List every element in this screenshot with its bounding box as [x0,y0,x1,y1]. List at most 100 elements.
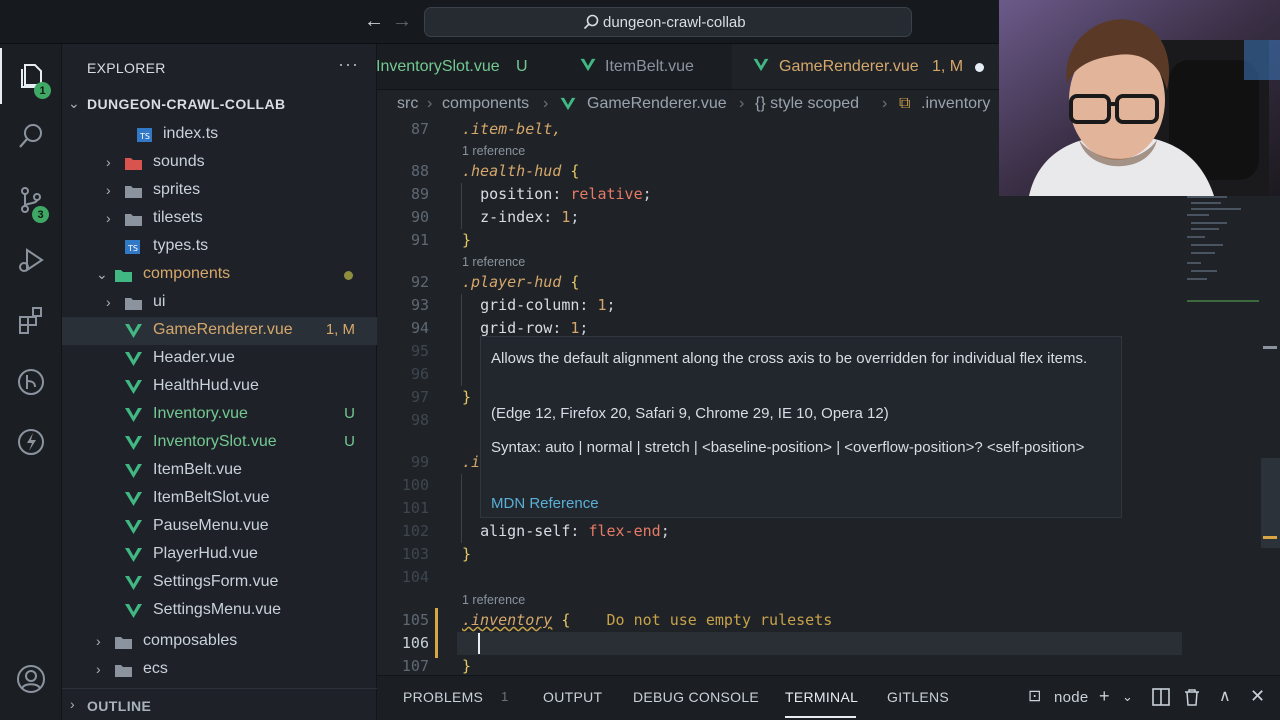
mdn-reference-link[interactable]: MDN Reference [491,492,1111,515]
chevron-right-icon: › [106,210,111,226]
problems-count: 1 [501,689,509,704]
svg-text:TS: TS [139,132,150,141]
tree-item-sprites[interactable]: › sprites [62,177,377,205]
chevron-right-icon: › [70,696,75,712]
tree-item-ecs[interactable]: › ecs [62,656,377,684]
chevron-right-icon: › [106,154,111,170]
tree-item-inventory[interactable]: Inventory.vue U [62,401,377,429]
vue-icon [125,352,142,366]
folder-icon [125,186,142,198]
code-line: 93 grid-column: 1; [410,296,616,314]
vue-icon [125,492,142,506]
vue-icon [125,436,142,450]
chevron-down-icon: ⌄ [96,266,108,282]
active-tab-indicator [785,716,856,718]
tree-item-tilesets[interactable]: › tilesets [62,205,377,233]
breadcrumb-symbol[interactable]: .inventory [921,95,990,113]
breadcrumb-style[interactable]: {} style scoped [755,95,859,113]
add-terminal-icon[interactable]: + [1099,686,1110,707]
vue-icon [125,576,142,590]
scrollbar-thumb[interactable] [1261,458,1280,548]
typescript-icon: TS [125,240,140,254]
code-editor[interactable]: 87 .item-belt, 1 reference 88 .health-hu… [377,118,1280,675]
arrow-left-icon[interactable]: ← [364,10,384,33]
tab-output[interactable]: OUTPUT [543,689,602,705]
outline-section[interactable]: › OUTLINE [62,688,377,720]
minimap[interactable] [1183,196,1261,316]
code-line: 106 [401,634,429,652]
extensions-icon[interactable] [0,292,62,348]
tree-item-types-ts[interactable]: TS types.ts [62,233,377,261]
tab-problems[interactable]: PROBLEMS [403,689,483,705]
folder-icon [125,158,142,170]
breadcrumb-src[interactable]: src [397,95,418,113]
folder-open-icon [115,270,132,282]
code-line: 90 z-index: 1; [410,208,580,226]
tree-item-index-ts[interactable]: TS index.ts [62,121,377,149]
tree-item-sounds[interactable]: › sounds [62,149,377,177]
tree-item-ui[interactable]: › ui [62,289,377,317]
tree-item-playerhud[interactable]: PlayerHud.vue [62,541,377,569]
split-terminal-icon[interactable] [1152,688,1170,706]
tree-item-inventoryslot[interactable]: InventorySlot.vue U [62,429,377,457]
command-center-label: dungeon-crawl-collab [603,14,746,31]
chevron-right-icon: › [882,95,888,112]
terminal-name[interactable]: node [1054,689,1089,706]
arrow-right-icon[interactable]: → [392,10,412,33]
lint-warning: Do not use empty rulesets [606,611,833,629]
source-control-icon[interactable]: 3 [0,172,62,228]
run-debug-icon[interactable] [0,232,62,288]
tree-item-settingsform[interactable]: SettingsForm.vue [62,569,377,597]
more-actions-icon[interactable]: ··· [338,54,359,75]
tab-gitlens[interactable]: GITLENS [887,689,949,705]
scrollbar-warning-mark [1263,536,1277,539]
breadcrumb-components[interactable]: components [442,95,529,113]
tree-item-components[interactable]: ⌄ components [62,261,377,289]
hover-syntax: Syntax: auto | normal | stretch | <basel… [491,439,1085,456]
tab-itembelt[interactable]: ItemBelt.vue [552,44,732,89]
workspace-root[interactable]: ⌄ DUNGEON-CRAWL-COLLAB [62,90,377,118]
search-icon[interactable] [0,108,62,164]
command-center[interactable]: dungeon-crawl-collab [424,7,912,37]
hover-compat: (Edge 12, Firefox 20, Safari 9, Chrome 2… [491,405,889,422]
maximize-panel-icon[interactable]: ∧ [1219,686,1231,706]
editor-scrollbar[interactable] [1261,118,1280,675]
source-control-badge: 3 [32,206,49,223]
explorer-title: EXPLORER [87,60,166,76]
tab-gamerenderer[interactable]: GameRenderer.vue 1, M [732,44,999,89]
chevron-down-icon: ⌄ [68,95,80,111]
breadcrumb-file[interactable]: GameRenderer.vue [587,95,727,113]
explorer-icon[interactable]: 1 [0,48,62,104]
chevron-right-icon: › [106,182,111,198]
close-icon[interactable]: ✕ [1250,686,1265,707]
trash-icon[interactable] [1184,688,1200,706]
chevron-right-icon: › [96,661,101,677]
vue-icon [125,464,142,478]
codelens-reference[interactable]: 1 reference [462,593,525,607]
bottom-panel: PROBLEMS 1 OUTPUT DEBUG CONSOLE TERMINAL… [377,675,1280,720]
tree-item-gamerenderer[interactable]: GameRenderer.vue 1, M [62,317,377,345]
git-graph-icon[interactable] [0,354,62,410]
tab-inventoryslot[interactable]: InventorySlot.vue U [377,44,552,89]
code-line: 104 [401,568,429,586]
tree-item-header[interactable]: Header.vue [62,345,377,373]
tab-terminal[interactable]: TERMINAL [785,689,858,705]
tree-item-pausemenu[interactable]: PauseMenu.vue [62,513,377,541]
chevron-down-icon[interactable]: ⌄ [1122,689,1133,705]
tree-item-composables[interactable]: › composables [62,628,377,656]
lightning-icon[interactable] [0,414,62,470]
vue-icon [580,58,596,72]
tree-item-healthhud[interactable]: HealthHud.vue [62,373,377,401]
tree-item-itembeltslot[interactable]: ItemBeltSlot.vue [62,485,377,513]
terminal-icon: ⊡ [1028,688,1042,705]
explorer-sidebar: EXPLORER ··· ⌄ DUNGEON-CRAWL-COLLAB TS i… [62,44,377,720]
codelens-reference[interactable]: 1 reference [462,255,525,269]
vue-icon [560,97,576,111]
account-icon[interactable] [0,651,62,707]
svg-text:TS: TS [127,244,138,253]
tab-debug-console[interactable]: DEBUG CONSOLE [633,689,759,705]
unsaved-dot[interactable] [975,63,984,72]
tree-item-settingsmenu[interactable]: SettingsMenu.vue [62,597,377,625]
tree-item-itembelt[interactable]: ItemBelt.vue [62,457,377,485]
codelens-reference[interactable]: 1 reference [462,144,525,158]
